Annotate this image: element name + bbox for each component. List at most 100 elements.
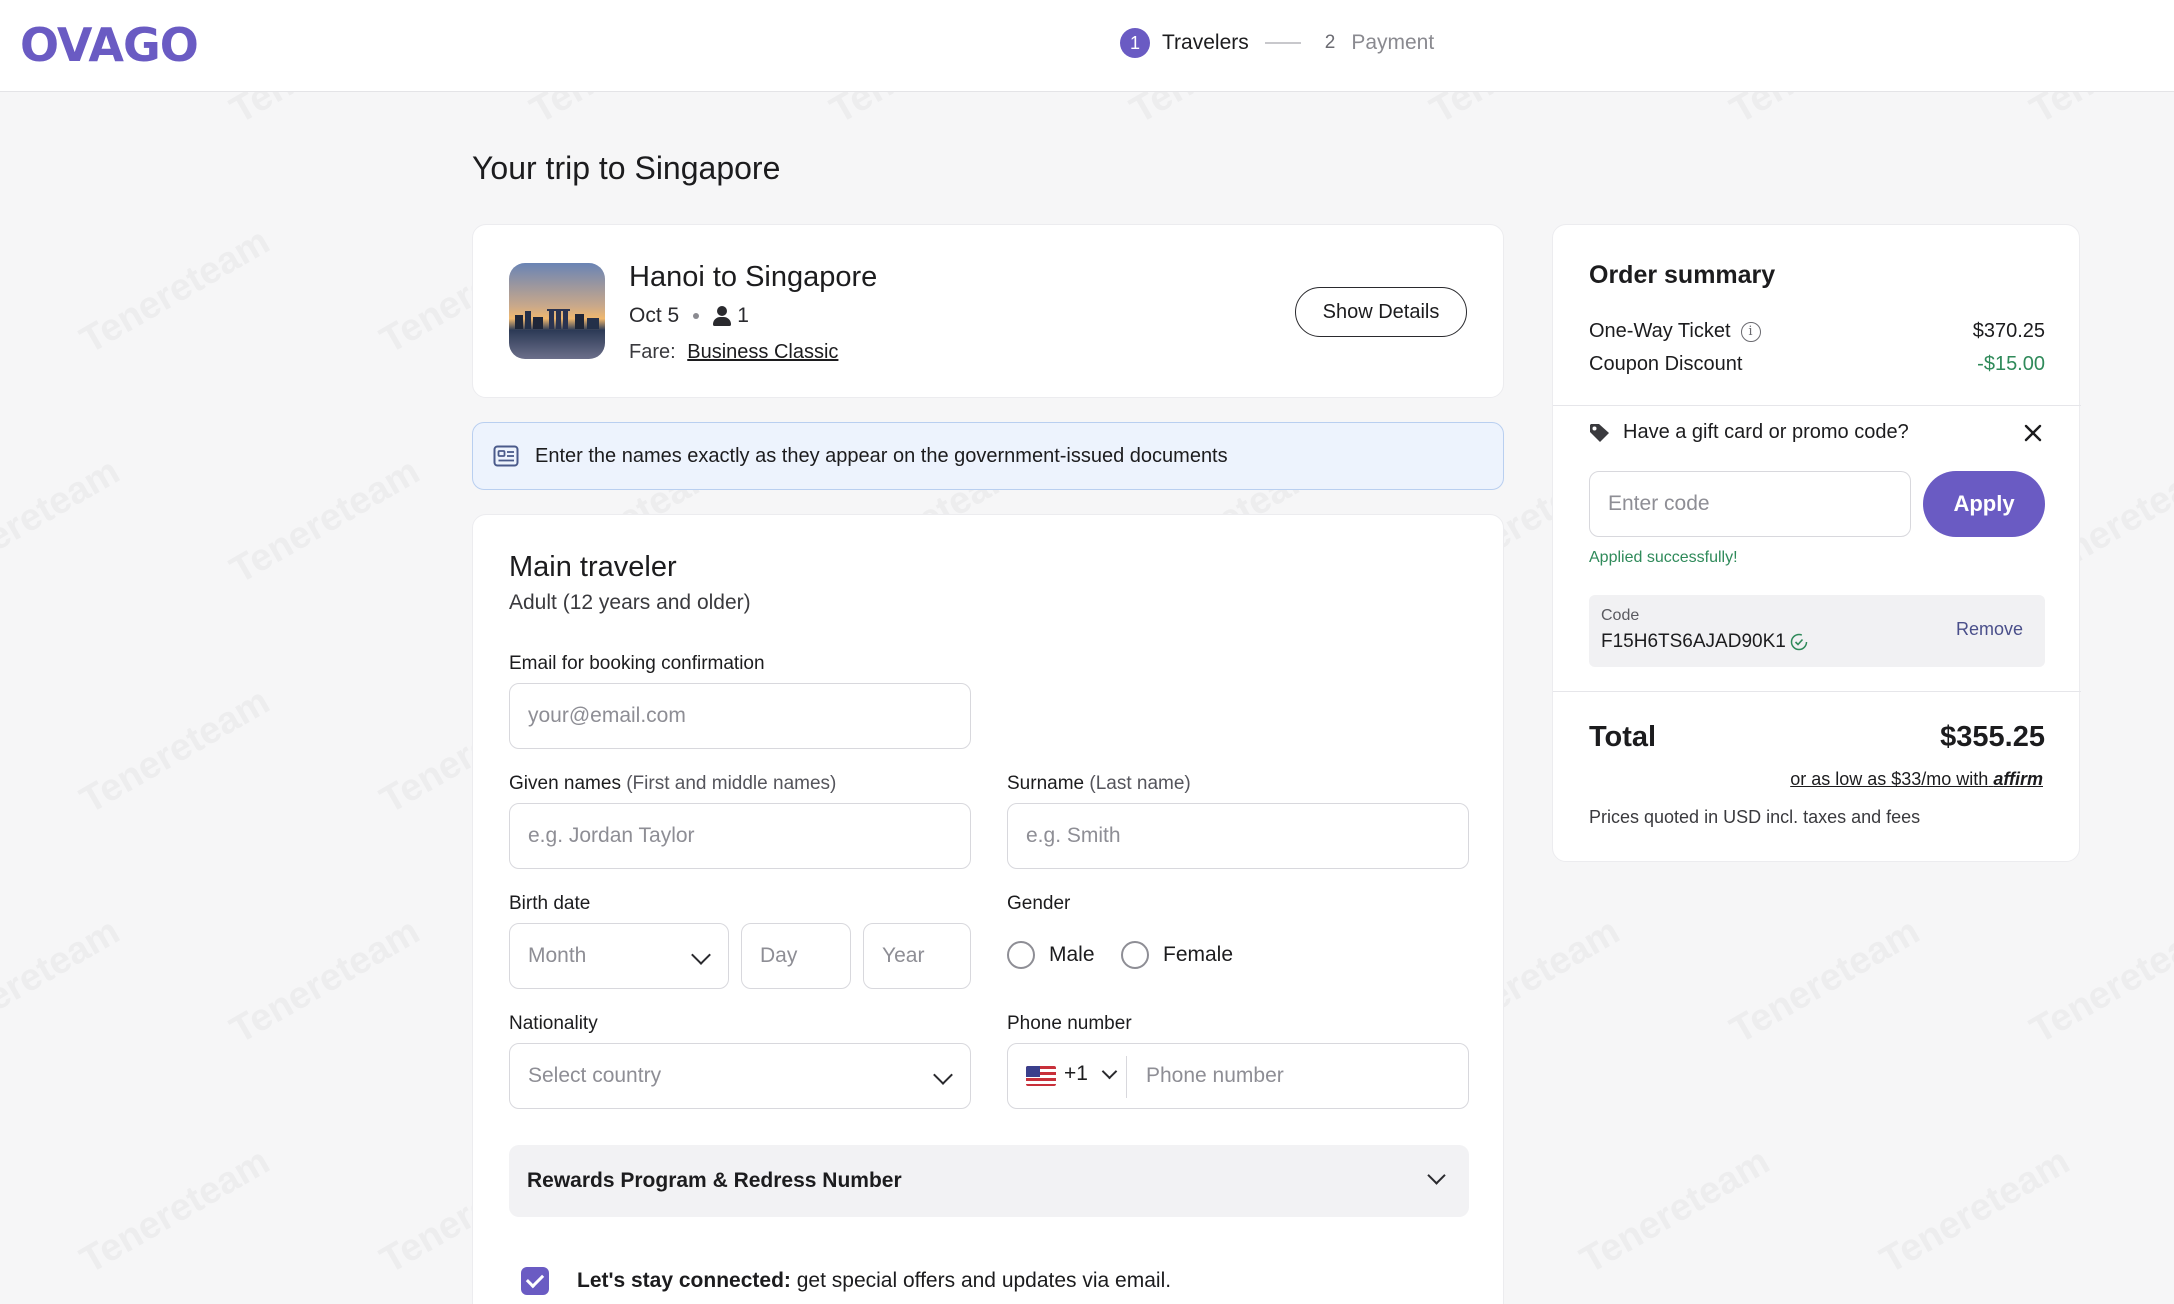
watermark-text: Tenereteam [73, 680, 277, 822]
notice-text: Enter the names exactly as they appear o… [535, 444, 1228, 467]
page-title: Your trip to Singapore [472, 150, 781, 186]
total-label: Total [1589, 721, 1657, 753]
fare-label: Fare: [629, 341, 676, 363]
gender-female-radio[interactable] [1121, 941, 1149, 969]
watermark-text: Tenereteam [223, 910, 427, 1052]
check-circle-icon [1790, 633, 1808, 651]
tag-icon [1590, 423, 1609, 442]
divider [1553, 405, 2081, 406]
discount-value: -$15.00 [1977, 353, 2045, 375]
watermark-text: Tenereteam [1723, 910, 1927, 1052]
watermark-text: Tenereteam [0, 450, 127, 592]
nationality-label: Nationality [509, 1013, 598, 1034]
month-placeholder: Month [528, 944, 587, 967]
ovago-logo[interactable]: OVAGO [20, 18, 199, 72]
watermark-text: Tenereteam [1573, 1140, 1777, 1282]
given-names-field[interactable]: e.g. Jordan Taylor [509, 803, 971, 869]
flight-date: Oct 5 [629, 304, 680, 327]
email-label: Email for booking confirmation [509, 653, 765, 674]
newsletter-text: Let's stay connected: get special offers… [577, 1269, 1171, 1293]
ticket-price: $370.25 [1972, 320, 2045, 342]
given-names-hint: (First and middle names) [626, 773, 837, 794]
flight-meta: Oct 5 1 [629, 304, 749, 328]
phone-divider [1126, 1056, 1127, 1098]
divider [1553, 691, 2081, 692]
promo-question: Have a gift card or promo code? [1589, 421, 1909, 444]
gender-male-label[interactable]: Male [1049, 943, 1095, 967]
person-icon [713, 306, 732, 326]
phone-number-input[interactable]: Phone number [1146, 1064, 1284, 1088]
fare-link[interactable]: Business Classic [687, 341, 838, 363]
step-2-number: 2 [1324, 32, 1336, 53]
us-flag-icon[interactable] [1026, 1066, 1056, 1086]
gender-female-label[interactable]: Female [1163, 943, 1233, 967]
summary-title: Order summary [1589, 261, 1776, 289]
watermark-text: Tenereteam [73, 1140, 277, 1282]
step-2-label: Payment [1351, 31, 1435, 54]
ticket-label-wrap: One-Way Ticket i [1589, 320, 1761, 343]
affirm-logo: affirm [1993, 769, 2043, 789]
code-value: F15H6TS6AJAD90K1 [1601, 631, 1786, 652]
close-icon[interactable] [2021, 421, 2045, 445]
rewards-accordion[interactable]: Rewards Program & Redress Number [509, 1145, 1469, 1217]
birth-month-select[interactable]: Month [509, 923, 729, 989]
affirm-text: or as low as $33/mo with [1790, 769, 1989, 789]
nationality-placeholder: Select country [528, 1064, 662, 1087]
promo-question-text: Have a gift card or promo code? [1623, 421, 1909, 443]
main-traveler-card: Main traveler Adult (12 years and older)… [472, 514, 1504, 1304]
birth-day-field[interactable]: Day [741, 923, 851, 989]
order-summary-card: Order summary One-Way Ticket i $370.25 Co… [1552, 224, 2081, 862]
flight-route: Hanoi to Singapore [629, 261, 878, 293]
apply-button[interactable]: Apply [1923, 471, 2045, 537]
ticket-label: One-Way Ticket [1589, 320, 1731, 342]
surname-hint: (Last name) [1089, 773, 1191, 794]
phone-country-code[interactable]: +1 [1064, 1062, 1088, 1086]
code-value-row: F15H6TS6AJAD90K1 [1601, 631, 1808, 653]
watermark-text: Tenereteam [2023, 910, 2174, 1052]
given-names-label-text: Given names [509, 773, 621, 794]
nationality-select[interactable]: Select country [509, 1043, 971, 1109]
surname-label: Surname (Last name) [1007, 773, 1191, 795]
gender-male-radio[interactable] [1007, 941, 1035, 969]
phone-field[interactable]: +1 Phone number [1007, 1043, 1469, 1109]
newsletter-checkbox[interactable] [521, 1267, 549, 1295]
discount-row: Coupon Discount -$15.00 [1589, 353, 2045, 376]
birth-year-field[interactable]: Year [863, 923, 971, 989]
ticket-row: One-Way Ticket i $370.25 [1589, 320, 2045, 343]
gender-label: Gender [1007, 893, 1071, 914]
applied-message: Applied successfully! [1589, 549, 1738, 566]
affirm-link[interactable]: or as low as $33/mo with affirm [1790, 769, 2043, 790]
destination-thumbnail [509, 263, 605, 359]
chevron-down-icon [933, 1065, 953, 1085]
separator-dot [693, 313, 700, 319]
passenger-count: 1 [737, 304, 749, 327]
names-notice: Enter the names exactly as they appear o… [472, 422, 1504, 490]
step-connector [1264, 42, 1301, 44]
id-card-icon [493, 445, 519, 467]
discount-label: Coupon Discount [1589, 353, 1743, 375]
newsletter-desc: get special offers and updates via email… [796, 1269, 1172, 1292]
show-details-button[interactable]: Show Details [1295, 287, 1467, 337]
prices-note: Prices quoted in USD incl. taxes and fee… [1589, 807, 1921, 827]
surname-field[interactable]: e.g. Smith [1007, 803, 1469, 869]
skyline-icon [515, 309, 599, 329]
flight-card: Hanoi to Singapore Oct 5 1 Fare: Busines… [472, 224, 1504, 398]
total-value: $355.25 [1940, 721, 2045, 753]
birth-date-label: Birth date [509, 893, 591, 914]
chevron-down-icon[interactable] [1101, 1063, 1118, 1080]
step-1-label: Travelers [1162, 31, 1249, 54]
promo-code-input[interactable]: Enter code [1589, 471, 1911, 537]
watermark-text: Tenereteam [0, 910, 127, 1052]
applied-code-box: Code F15H6TS6AJAD90K1 Remove [1589, 595, 2045, 667]
email-field[interactable]: your@email.com [509, 683, 971, 749]
chevron-down-icon [691, 945, 711, 965]
chevron-down-icon [1427, 1166, 1446, 1185]
traveler-title: Main traveler [509, 551, 677, 583]
given-names-label: Given names (First and middle names) [509, 773, 836, 795]
remove-code-link[interactable]: Remove [1956, 619, 2023, 640]
watermark-text: Tenereteam [223, 450, 427, 592]
phone-label: Phone number [1007, 1013, 1132, 1034]
top-header: OVAGO 1 Travelers 2 Payment [0, 0, 2174, 92]
checkout-stepper: 1 Travelers 2 Payment [1120, 28, 1434, 58]
info-icon[interactable]: i [1740, 321, 1761, 342]
